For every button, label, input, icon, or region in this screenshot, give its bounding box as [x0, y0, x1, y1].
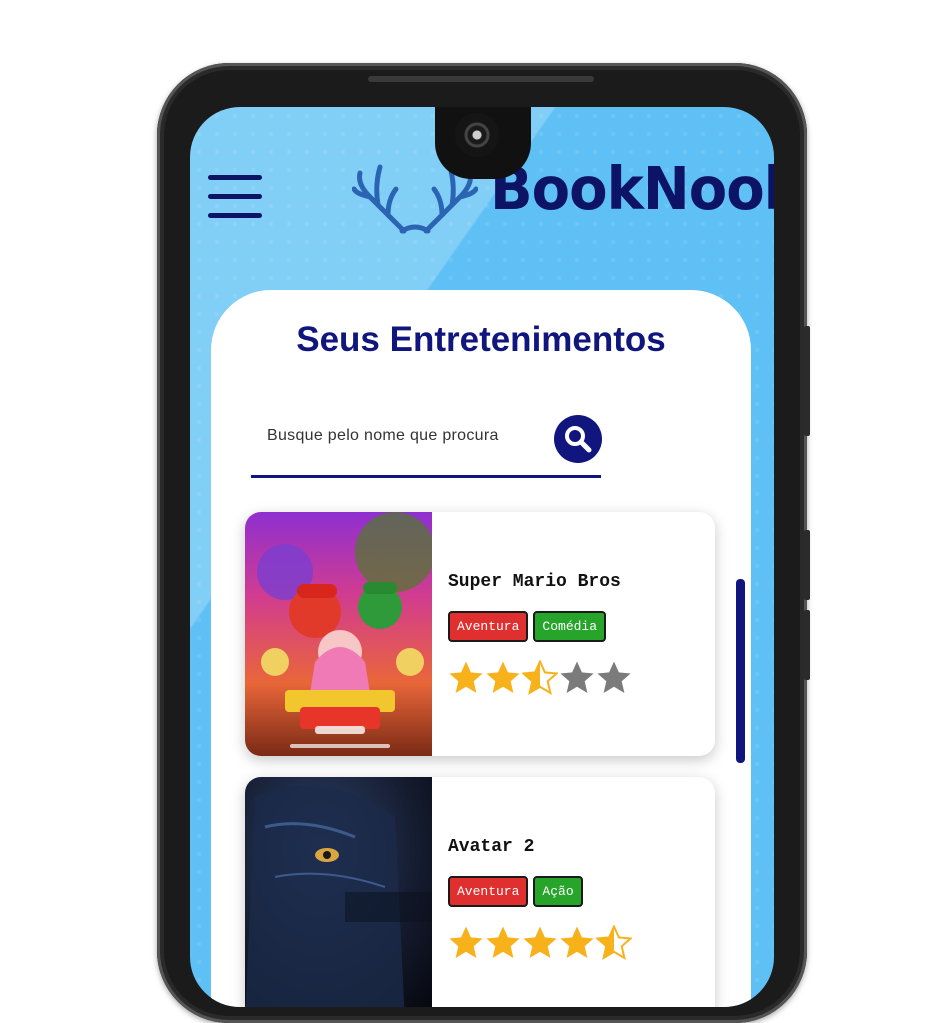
search-input[interactable] — [251, 417, 559, 455]
star-icon — [449, 661, 483, 693]
star-icon — [523, 926, 557, 958]
item-title: Super Mario Bros — [448, 572, 621, 592]
star-icon — [560, 661, 594, 693]
power-button — [804, 326, 810, 436]
star-icon — [522, 660, 558, 696]
genre-tag[interactable]: Aventura — [448, 876, 529, 907]
entertainment-panel: Seus Entretenimentos Busque pelo nome qu… — [211, 290, 751, 1007]
poster-image-super-mario — [245, 512, 432, 756]
poster-image-avatar — [245, 777, 432, 1007]
volume-up-button — [804, 530, 810, 600]
entertainment-card[interactable]: Avatar 2 Aventura Ação — [245, 777, 715, 1007]
search-bar — [251, 405, 602, 478]
star-rating — [448, 925, 633, 961]
star-icon — [449, 926, 483, 958]
star-icon — [486, 926, 520, 958]
genre-tags: Aventura Comédia — [448, 611, 607, 642]
app-logo-text: BookNook — [490, 155, 774, 224]
genre-tag[interactable]: Ação — [533, 876, 583, 907]
scrollbar[interactable] — [736, 579, 745, 763]
phone-speaker — [368, 76, 594, 82]
star-icon — [596, 925, 632, 961]
volume-down-button — [804, 610, 810, 680]
star-rating — [448, 660, 633, 696]
search-icon — [565, 426, 592, 453]
search-button[interactable] — [554, 415, 602, 463]
genre-tag[interactable]: Comédia — [533, 611, 607, 642]
item-title: Avatar 2 — [448, 837, 535, 857]
star-icon — [486, 661, 520, 693]
star-icon — [597, 661, 631, 693]
genre-tag[interactable]: Aventura — [448, 611, 529, 642]
star-icon — [560, 926, 594, 958]
app-screen: BookNook Seus Entretenimentos Busque pel… — [190, 107, 774, 1007]
entertainment-card[interactable]: Super Mario Bros Aventura Comédia — [245, 512, 715, 756]
page-title: Seus Entretenimentos — [296, 320, 666, 359]
camera-icon — [455, 113, 499, 157]
genre-tags: Aventura Ação — [448, 876, 583, 907]
hamburger-menu-icon[interactable] — [208, 175, 264, 219]
